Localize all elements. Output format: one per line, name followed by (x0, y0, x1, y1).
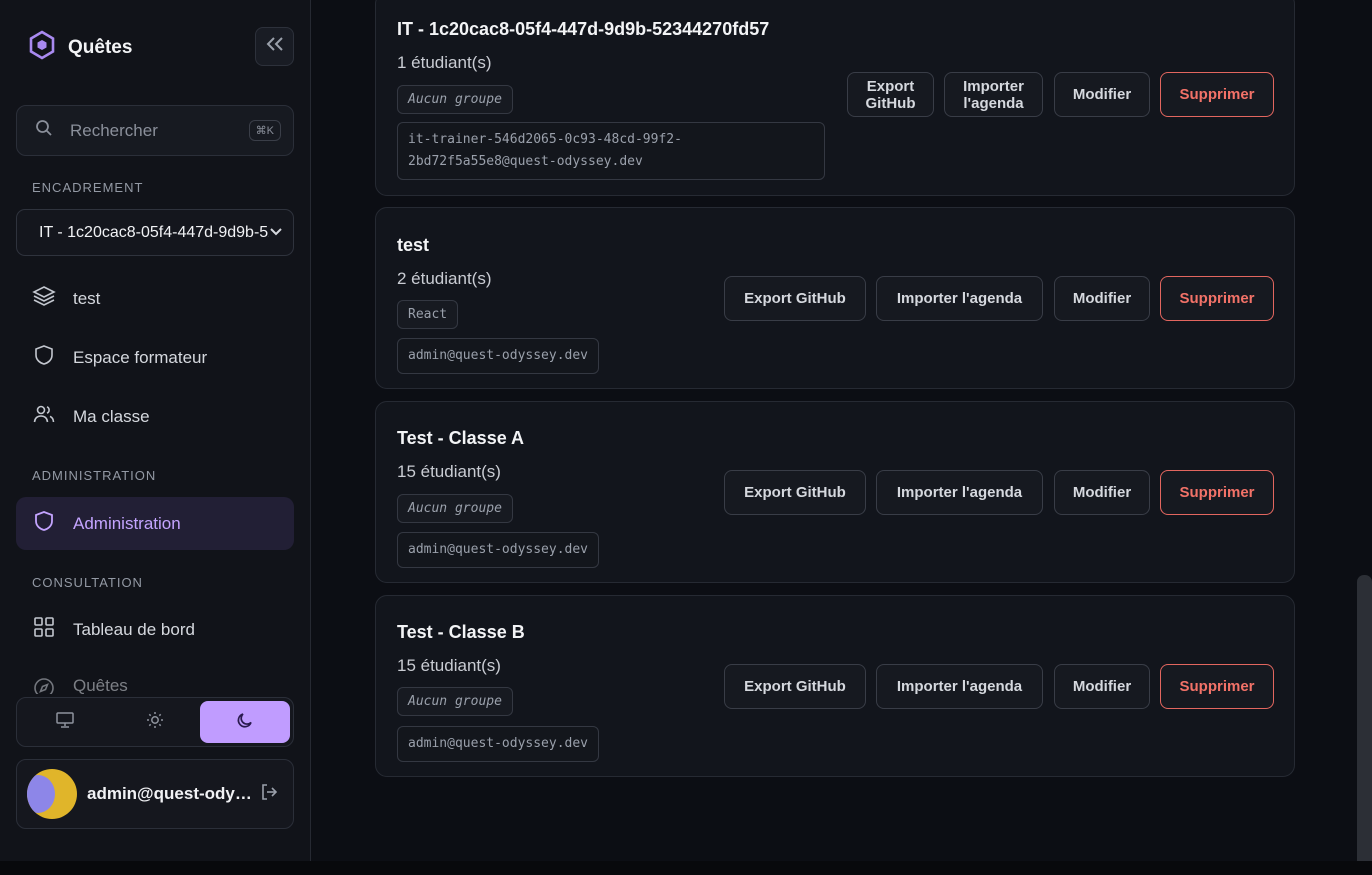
trainer-email: it-trainer-546d2065-0c93-48cd-99f2- 2bd7… (397, 122, 825, 180)
sidebar-item-label: Quêtes (73, 676, 128, 694)
chevron-down-icon (269, 224, 283, 242)
section-label-administration: ADMINISTRATION (32, 468, 157, 483)
theme-light-button[interactable] (110, 701, 200, 743)
grid-icon (32, 615, 56, 644)
class-card: IT - 1c20cac8-05f4-447d-9d9b-52344270fd5… (375, 0, 1295, 196)
button-label-line: GitHub (865, 94, 916, 112)
class-select-value: IT - 1c20cac8-05f4-447d-9d9b-52344270fd5… (39, 223, 269, 241)
group-tag: Aucun groupe (397, 494, 513, 523)
window-bottom-edge (0, 861, 1372, 875)
scrollbar-thumb[interactable] (1357, 575, 1372, 875)
class-name: IT - 1c20cac8-05f4-447d-9d9b-52344270fd5… (397, 19, 770, 39)
chevrons-left-icon (266, 37, 284, 56)
class-card: test 2 étudiant(s) React admin@quest-ody… (375, 207, 1295, 389)
theme-system-button[interactable] (20, 701, 110, 743)
sidebar-item-test[interactable]: test (16, 272, 294, 325)
group-tag: Aucun groupe (397, 687, 513, 716)
logout-icon[interactable] (259, 782, 279, 807)
export-github-button[interactable]: Export GitHub (724, 276, 866, 321)
sidebar-item-trainer-space[interactable]: Espace formateur (16, 331, 294, 384)
avatar (27, 769, 77, 819)
collapse-sidebar-button[interactable] (255, 27, 294, 66)
sun-icon (145, 710, 165, 735)
search-input[interactable]: Rechercher ⌘K (16, 105, 294, 156)
class-select[interactable]: IT - 1c20cac8-05f4-447d-9d9b-52344270fd5… (16, 209, 294, 256)
delete-button[interactable]: Supprimer (1160, 664, 1274, 709)
import-agenda-button[interactable]: Importer l'agenda (876, 276, 1043, 321)
class-card: Test - Classe A 15 étudiant(s) Aucun gro… (375, 401, 1295, 583)
moon-icon (235, 710, 255, 735)
delete-button[interactable]: Supprimer (1160, 470, 1274, 515)
sidebar-item-label: Espace formateur (73, 347, 208, 367)
user-email: admin@quest-odyssey.dev (87, 784, 259, 803)
import-agenda-button[interactable]: Importer l'agenda (876, 664, 1043, 709)
group-tag: React (397, 300, 459, 329)
import-agenda-button[interactable]: Importer l'agenda (876, 470, 1043, 515)
sidebar-item-dashboard[interactable]: Tableau de bord (16, 603, 294, 656)
sidebar-item-label: test (73, 288, 101, 308)
student-count: 1 étudiant(s) (397, 53, 492, 72)
search-shortcut: ⌘K (248, 120, 281, 141)
section-label-consultation: CONSULTATION (32, 575, 143, 590)
trainer-email: admin@quest-odyssey.dev (397, 338, 600, 374)
brand[interactable]: Quêtes (28, 30, 132, 65)
edit-button[interactable]: Modifier (1054, 664, 1150, 709)
export-github-button[interactable]: Export GitHub (724, 664, 866, 709)
button-label-line: Importer (963, 77, 1024, 95)
sidebar-item-quests[interactable]: Quêtes (16, 662, 294, 694)
import-agenda-button[interactable]: Importer l'agenda (944, 72, 1043, 117)
edit-button[interactable]: Modifier (1054, 72, 1150, 117)
button-label-line: l'agenda (963, 94, 1024, 112)
edit-button[interactable]: Modifier (1054, 276, 1150, 321)
brand-name: Quêtes (68, 36, 133, 58)
theme-dark-button[interactable] (200, 701, 290, 743)
class-name: Test - Classe A (397, 428, 525, 448)
sidebar-item-label: Ma classe (73, 406, 150, 426)
user-card[interactable]: admin@quest-odyssey.dev (16, 759, 294, 829)
sidebar-item-label: Tableau de bord (73, 619, 195, 639)
trainer-email: admin@quest-odyssey.dev (397, 726, 600, 762)
class-name: test (397, 235, 430, 255)
search-icon (35, 119, 53, 142)
hexagon-logo-icon (28, 30, 56, 65)
users-icon (32, 402, 56, 431)
search-placeholder: Rechercher (70, 120, 158, 140)
monitor-icon (55, 711, 75, 734)
export-github-button[interactable]: Export GitHub (847, 72, 934, 117)
layers-icon (32, 284, 56, 313)
student-count: 15 étudiant(s) (397, 462, 501, 481)
edit-button[interactable]: Modifier (1054, 470, 1150, 515)
button-label-line: Export (866, 77, 915, 95)
trainer-email: admin@quest-odyssey.dev (397, 532, 600, 568)
sidebar-item-administration[interactable]: Administration (16, 497, 294, 550)
group-tag: Aucun groupe (397, 85, 513, 114)
class-card: Test - Classe B 15 étudiant(s) Aucun gro… (375, 595, 1295, 777)
shield-icon (32, 343, 56, 372)
export-github-button[interactable]: Export GitHub (724, 470, 866, 515)
delete-button[interactable]: Supprimer (1160, 276, 1274, 321)
section-label-encadrement: ENCADREMENT (32, 180, 144, 195)
trainer-email-line: it-trainer-546d2065-0c93-48cd-99f2- (408, 132, 682, 147)
student-count: 2 étudiant(s) (397, 269, 492, 288)
trainer-email-line: 2bd72f5a55e8@quest-odyssey.dev (408, 154, 643, 169)
student-count: 15 étudiant(s) (397, 656, 501, 675)
class-name: Test - Classe B (397, 622, 525, 642)
sidebar: Quêtes Rechercher ⌘K ENCADREMENT IT - 1c… (0, 0, 311, 861)
sidebar-item-label: Administration (73, 513, 181, 533)
shield-icon (32, 509, 56, 538)
sidebar-item-my-class[interactable]: Ma classe (16, 390, 294, 443)
theme-switch (16, 697, 294, 747)
delete-button[interactable]: Supprimer (1160, 72, 1274, 117)
compass-icon (32, 676, 56, 694)
